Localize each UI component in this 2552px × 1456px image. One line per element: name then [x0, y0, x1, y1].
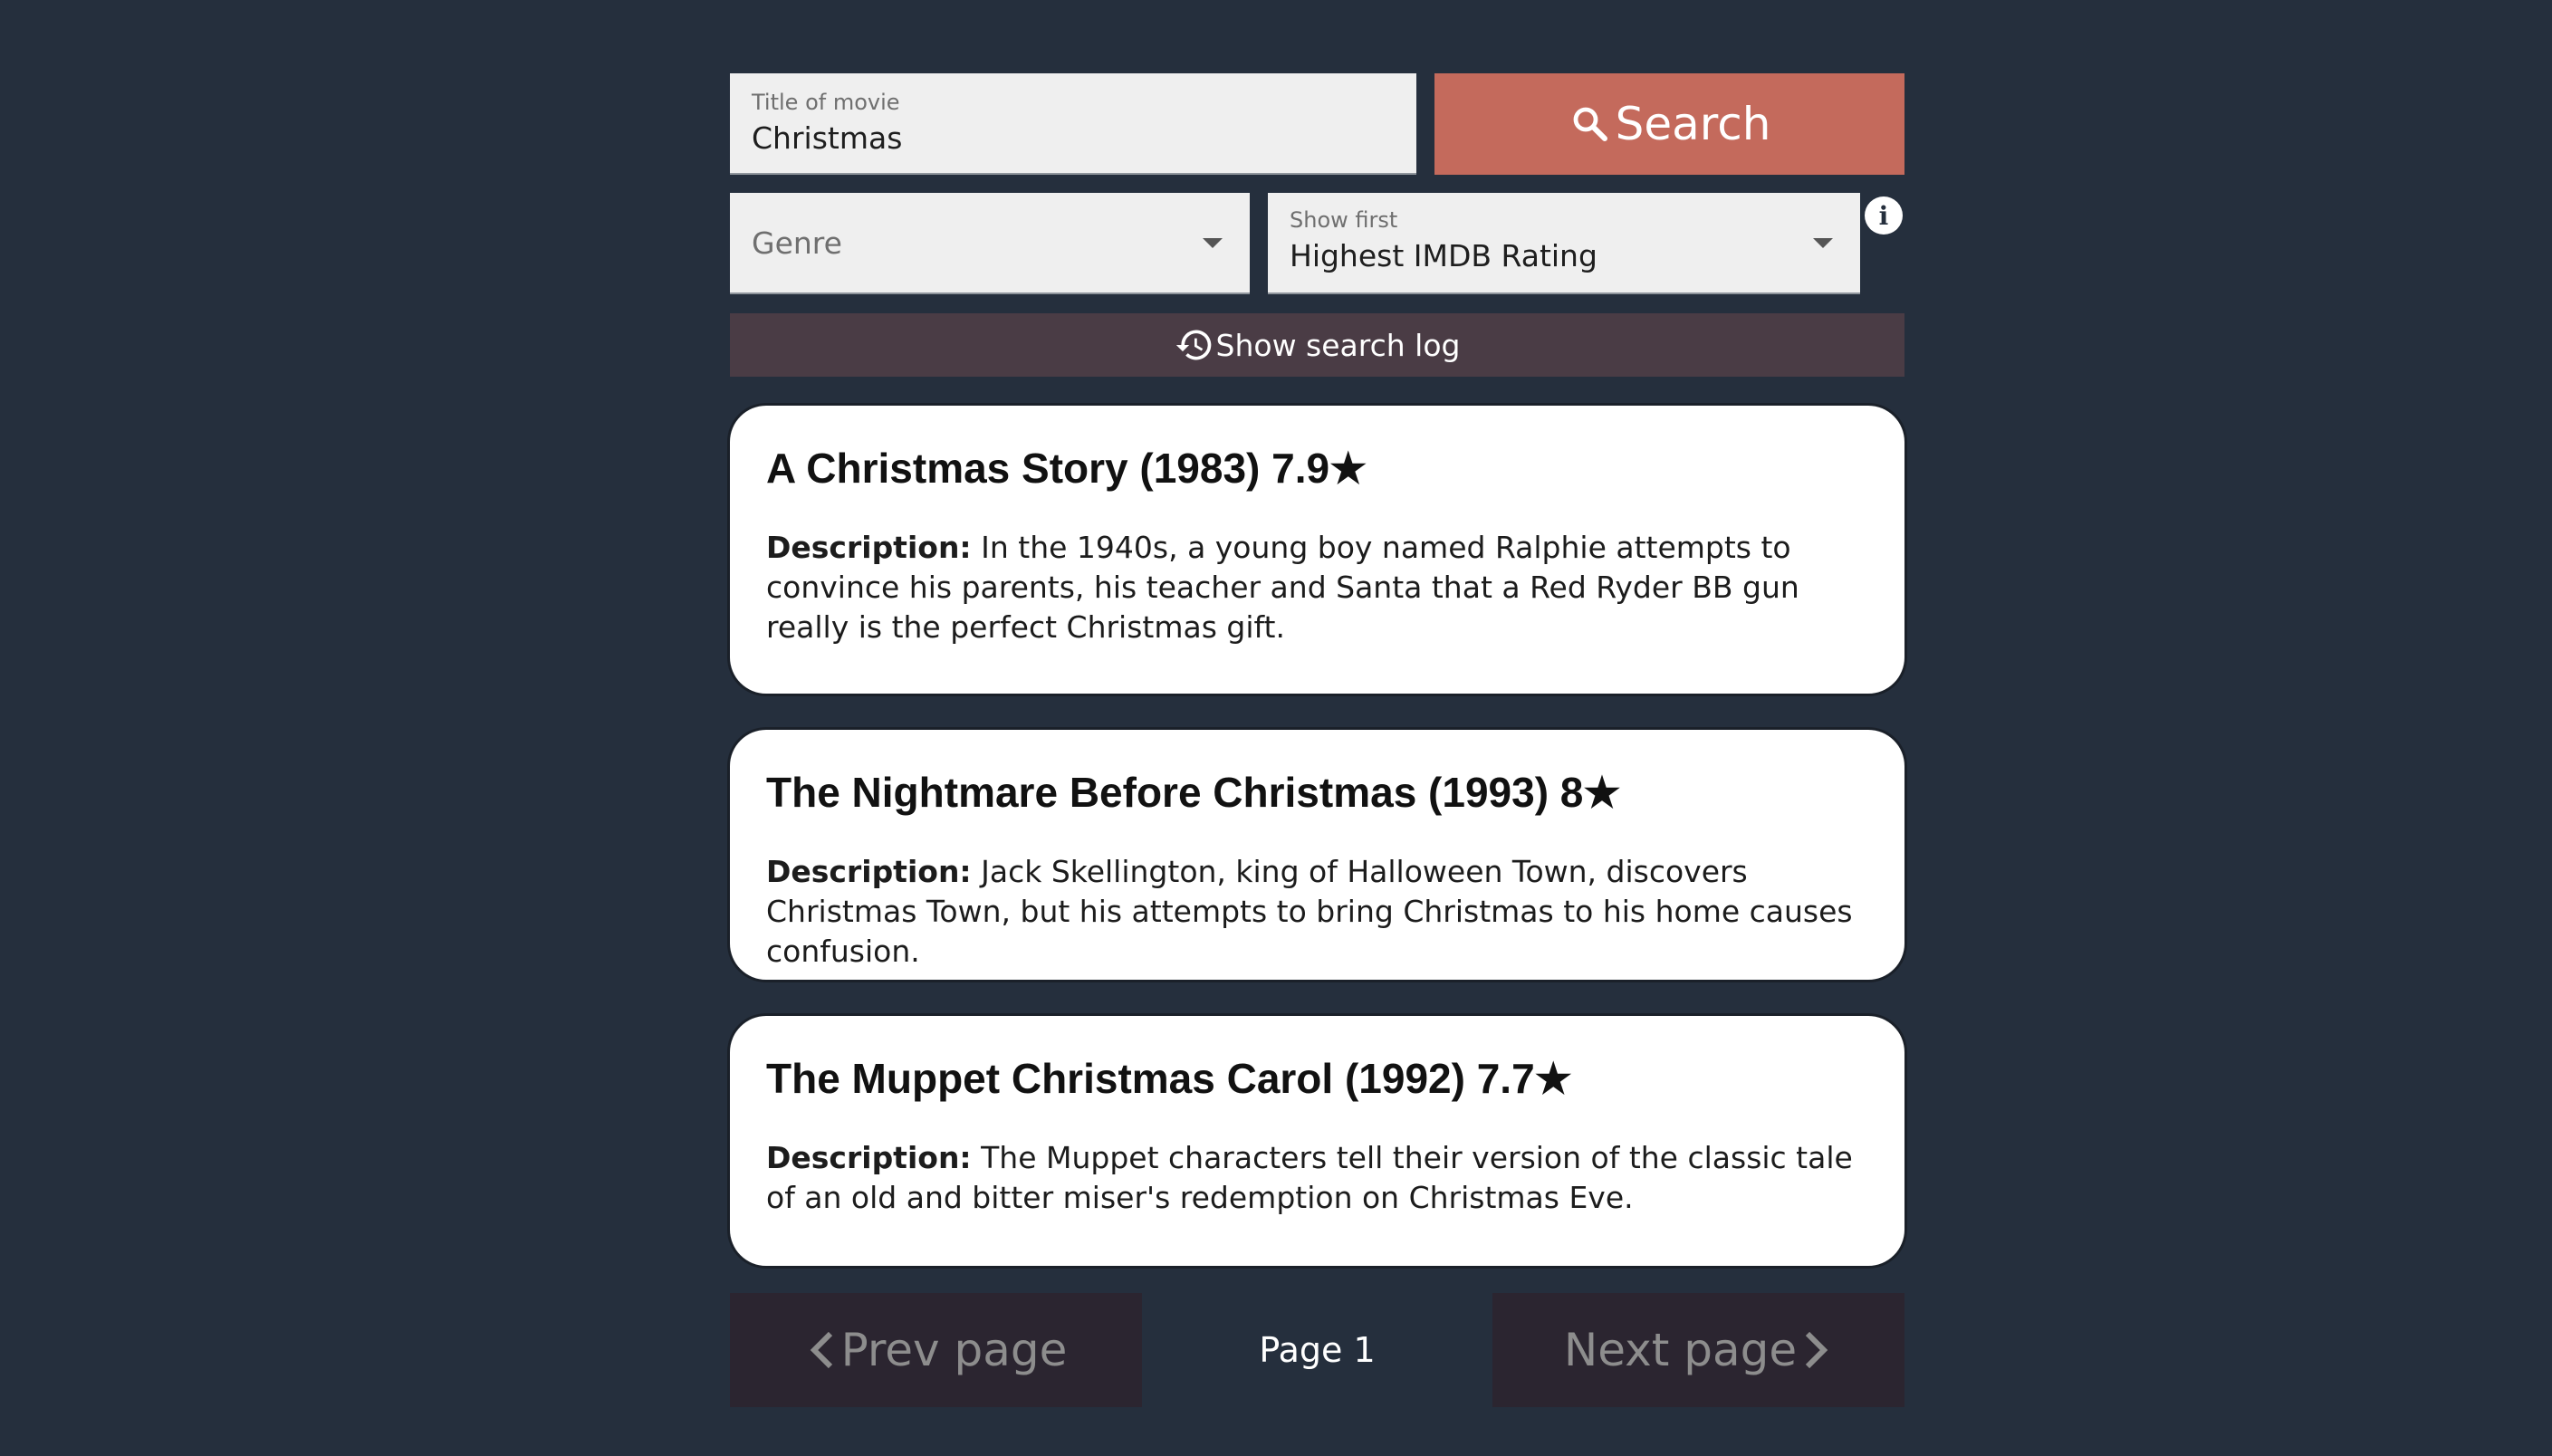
prev-page-label: Prev page [840, 1324, 1068, 1376]
next-page-button[interactable]: Next page [1492, 1293, 1904, 1407]
movie-description: Description: Jack Skellington, king of H… [766, 852, 1868, 972]
prev-page-button[interactable]: Prev page [730, 1293, 1142, 1407]
show-first-value: Highest IMDB Rating [1290, 238, 1597, 273]
show-search-log-label: Show search log [1215, 327, 1461, 363]
search-row: Title of movie Christmas Search [730, 73, 1904, 175]
movie-card: A Christmas Story (1983) 7.9★ Descriptio… [730, 406, 1904, 694]
movie-title: The Muppet Christmas Carol (1992) 7.7★ [766, 1055, 1572, 1102]
info-icon[interactable]: i [1865, 196, 1903, 235]
description-label: Description: [766, 530, 972, 565]
description-label: Description: [766, 854, 972, 889]
movie-title: The Nightmare Before Christmas (1993) 8★ [766, 769, 1621, 816]
chevron-left-icon [810, 1331, 832, 1369]
pagination: Prev page Page 1 Next page [730, 1293, 1904, 1407]
movie-search-app: Title of movie Christmas Search Genre Sh… [730, 73, 1904, 1407]
page-number: Page 1 [1259, 1330, 1376, 1370]
show-first-label: Show first [1290, 207, 1398, 233]
search-button-label: Search [1615, 98, 1771, 150]
title-input[interactable]: Title of movie Christmas [730, 73, 1416, 175]
next-page-label: Next page [1563, 1324, 1798, 1376]
movie-card: The Muppet Christmas Carol (1992) 7.7★ D… [730, 1016, 1904, 1266]
movie-title: A Christmas Story (1983) 7.9★ [766, 445, 1367, 492]
search-button[interactable]: Search [1434, 73, 1904, 175]
movie-card: The Nightmare Before Christmas (1993) 8★… [730, 730, 1904, 980]
show-search-log-button[interactable]: Show search log [730, 313, 1904, 377]
chevron-right-icon [1806, 1331, 1828, 1369]
movie-description: Description: The Muppet characters tell … [766, 1138, 1868, 1218]
description-label: Description: [766, 1140, 972, 1175]
filter-row: Genre Show first Highest IMDB Rating i [730, 193, 1904, 294]
chevron-down-icon [1203, 238, 1223, 248]
genre-select[interactable]: Genre [730, 193, 1250, 294]
search-icon [1573, 107, 1607, 141]
chevron-down-icon [1813, 238, 1833, 248]
history-icon [1175, 330, 1211, 360]
show-first-select[interactable]: Show first Highest IMDB Rating [1268, 193, 1860, 294]
title-input-label: Title of movie [752, 90, 900, 115]
title-input-value[interactable]: Christmas [752, 119, 1395, 158]
movie-description: Description: In the 1940s, a young boy n… [766, 528, 1868, 647]
genre-select-placeholder: Genre [752, 225, 842, 261]
